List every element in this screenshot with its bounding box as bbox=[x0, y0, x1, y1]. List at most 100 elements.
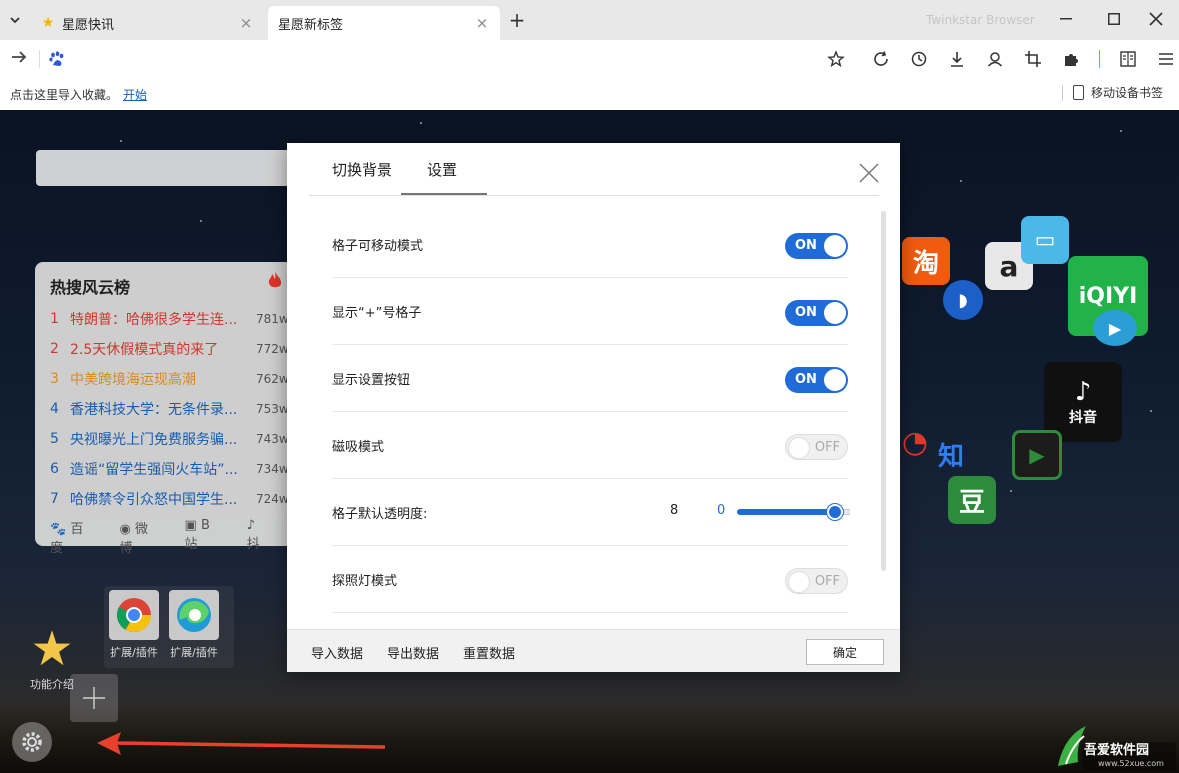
douban-app-tile[interactable]: 豆 bbox=[948, 476, 996, 524]
source-tab-baidu[interactable]: 🐾 百度 bbox=[50, 518, 106, 556]
extensions-puzzle-icon[interactable] bbox=[1060, 48, 1082, 70]
hot-count: 724w bbox=[256, 492, 289, 506]
taobao-app-tile[interactable]: 淘 bbox=[902, 237, 950, 285]
app-label: 豆 bbox=[958, 487, 985, 518]
hot-text: 2.5天休假模式真的来了 bbox=[70, 342, 219, 358]
tab-list-dropdown-icon[interactable] bbox=[6, 10, 24, 30]
history-icon[interactable] bbox=[908, 48, 930, 70]
bilibili-tv-icon[interactable]: ▭ bbox=[1021, 216, 1069, 264]
tab-switch-background[interactable]: 切换背景 bbox=[332, 159, 392, 193]
add-tile-button[interactable] bbox=[70, 674, 118, 722]
import-hint: 点击这里导入收藏。 bbox=[10, 88, 119, 102]
hot-rank: 3 bbox=[50, 371, 59, 387]
show-plus-grid-toggle[interactable]: ON bbox=[785, 300, 848, 326]
bookmark-star-icon[interactable] bbox=[825, 48, 847, 70]
app-label: 抖音 bbox=[1069, 410, 1097, 426]
dialog-scrollbar[interactable] bbox=[881, 211, 886, 571]
tab-new-tab[interactable]: 星愿新标签 × bbox=[268, 6, 500, 40]
close-icon[interactable] bbox=[857, 161, 881, 185]
setting-label: 显示“+”号格子 bbox=[332, 305, 422, 321]
movable-grid-toggle[interactable]: ON bbox=[785, 233, 848, 259]
tab-settings[interactable]: 设置 bbox=[401, 159, 488, 195]
import-data-button[interactable]: 导入数据 bbox=[311, 643, 363, 662]
minimize-button[interactable] bbox=[1043, 0, 1089, 38]
dolphin-icon[interactable]: ◗ bbox=[943, 280, 983, 320]
tab-bar: ★ 星愿快讯 × 星愿新标签 × + Twinkstar Browser bbox=[0, 0, 1179, 40]
chrome-store-icon bbox=[109, 590, 159, 640]
browser-brand: Twinkstar Browser bbox=[926, 13, 1035, 27]
weibo-icon[interactable]: ◔ bbox=[898, 422, 932, 462]
hot-search-item[interactable]: 5 央视曝光上门免费服务骗... 743w bbox=[50, 424, 300, 454]
hot-rank: 5 bbox=[50, 431, 59, 447]
watermark-text: 吾爱软件园 bbox=[1084, 743, 1150, 758]
hot-search-panel: 热搜风云榜 1 特朗普：哈佛很多学生连... 781w 2 2.5天休假模式真的来了 77… bbox=[35, 262, 300, 556]
show-settings-button-toggle[interactable]: ON bbox=[785, 367, 848, 393]
baidu-paw-icon[interactable] bbox=[48, 50, 66, 68]
toggle-state: ON bbox=[795, 305, 817, 320]
hot-count: 762w bbox=[256, 372, 289, 386]
setting-grid-opacity: 格子默认透明度: 8 0 10 bbox=[332, 479, 850, 546]
new-tab-button[interactable]: + bbox=[506, 10, 528, 32]
source-tab-bilibili[interactable]: ▣ B站 bbox=[185, 518, 233, 556]
divider bbox=[39, 50, 40, 68]
hot-search-item[interactable]: 4 香港科技大学：无条件录... 753w bbox=[50, 394, 300, 424]
close-icon[interactable]: × bbox=[474, 14, 490, 32]
fire-icon bbox=[267, 270, 283, 295]
settings-gear-button[interactable] bbox=[12, 722, 52, 762]
forward-icon[interactable] bbox=[8, 48, 30, 70]
hot-rank: 2 bbox=[50, 341, 59, 357]
hot-search-item[interactable]: 7 哈佛禁令引众怒中国学生... 724w bbox=[50, 484, 300, 514]
dialog-tabs: 切换背景 设置 bbox=[309, 143, 879, 196]
confirm-button[interactable]: 确定 bbox=[806, 639, 884, 665]
tab-title: 星愿新标签 bbox=[278, 17, 344, 33]
opacity-slider[interactable] bbox=[737, 504, 850, 520]
intro-label: 功能介绍 bbox=[30, 678, 74, 691]
video-play-icon[interactable]: ▶ bbox=[1093, 310, 1137, 346]
tab-news[interactable]: ★ 星愿快讯 × bbox=[30, 6, 264, 40]
mobile-bookmarks-button[interactable]: 移动设备书签 bbox=[1062, 84, 1163, 101]
close-window-button[interactable] bbox=[1133, 0, 1179, 38]
opacity-current-value: 8 bbox=[670, 503, 679, 518]
reading-list-icon[interactable] bbox=[1117, 48, 1139, 70]
download-icon[interactable] bbox=[946, 48, 968, 70]
zhihu-app-tile[interactable]: 知 bbox=[933, 436, 969, 472]
toggle-state: OFF bbox=[814, 440, 840, 455]
close-icon[interactable]: × bbox=[238, 14, 254, 32]
extension-tile[interactable]: 扩展/插件 bbox=[166, 590, 222, 666]
crop-screenshot-icon[interactable] bbox=[1022, 48, 1044, 70]
reset-data-button[interactable]: 重置数据 bbox=[463, 643, 515, 662]
menu-icon[interactable] bbox=[1155, 48, 1177, 70]
import-start-link[interactable]: 开始 bbox=[123, 86, 147, 103]
source-tab-weibo[interactable]: ◉ 微博 bbox=[120, 518, 171, 556]
hot-search-item[interactable]: 1 特朗普：哈佛很多学生连... 781w bbox=[50, 304, 300, 334]
export-data-button[interactable]: 导出数据 bbox=[387, 643, 439, 662]
account-icon[interactable] bbox=[984, 48, 1006, 70]
hot-search-item[interactable]: 3 中美跨境海运现高潮 762w bbox=[50, 364, 300, 394]
toggle-knob bbox=[824, 302, 846, 324]
star-dot bbox=[1150, 410, 1152, 412]
spotlight-mode-toggle[interactable]: OFF bbox=[785, 568, 848, 594]
source-label: 百度 bbox=[50, 522, 84, 556]
toggle-knob bbox=[824, 235, 846, 257]
extension-tile[interactable]: 扩展/插件 bbox=[106, 590, 162, 666]
hot-search-title: 热搜风云榜 bbox=[50, 278, 131, 297]
hot-count: 753w bbox=[256, 402, 289, 416]
magnetic-mode-toggle[interactable]: OFF bbox=[785, 434, 848, 460]
hot-search-item[interactable]: 2 2.5天休假模式真的来了 772w bbox=[50, 334, 300, 364]
setting-label: 磁吸模式 bbox=[332, 439, 385, 455]
source-tab-douyin[interactable]: ♪ 抖 bbox=[247, 518, 283, 556]
hot-search-item[interactable]: 6 造谣“留学生强闯火车站”... 734w bbox=[50, 454, 300, 484]
maximize-button[interactable] bbox=[1091, 0, 1137, 38]
star-icon: ★ bbox=[41, 15, 55, 31]
slider-thumb[interactable] bbox=[826, 504, 843, 520]
video-player-icon[interactable]: ▶ bbox=[1012, 430, 1062, 480]
mobile-bookmarks-label: 移动设备书签 bbox=[1091, 86, 1164, 100]
settings-list: 格子可移动模式 ON 显示“+”号格子 ON 显示设置按钮 ON 磁吸模式 OF… bbox=[332, 211, 850, 625]
toggle-state: ON bbox=[795, 238, 817, 253]
app-label: 淘 bbox=[912, 248, 939, 279]
search-input[interactable] bbox=[36, 150, 296, 186]
reload-icon[interactable] bbox=[870, 48, 892, 70]
bookmark-bar: 点击这里导入收藏。 开始 移动设备书签 bbox=[0, 78, 1179, 110]
edge-store-icon bbox=[169, 590, 219, 640]
settings-dialog: 切换背景 设置 格子可移动模式 ON 显示“+”号格子 ON 显示设置按钮 ON… bbox=[287, 143, 900, 672]
